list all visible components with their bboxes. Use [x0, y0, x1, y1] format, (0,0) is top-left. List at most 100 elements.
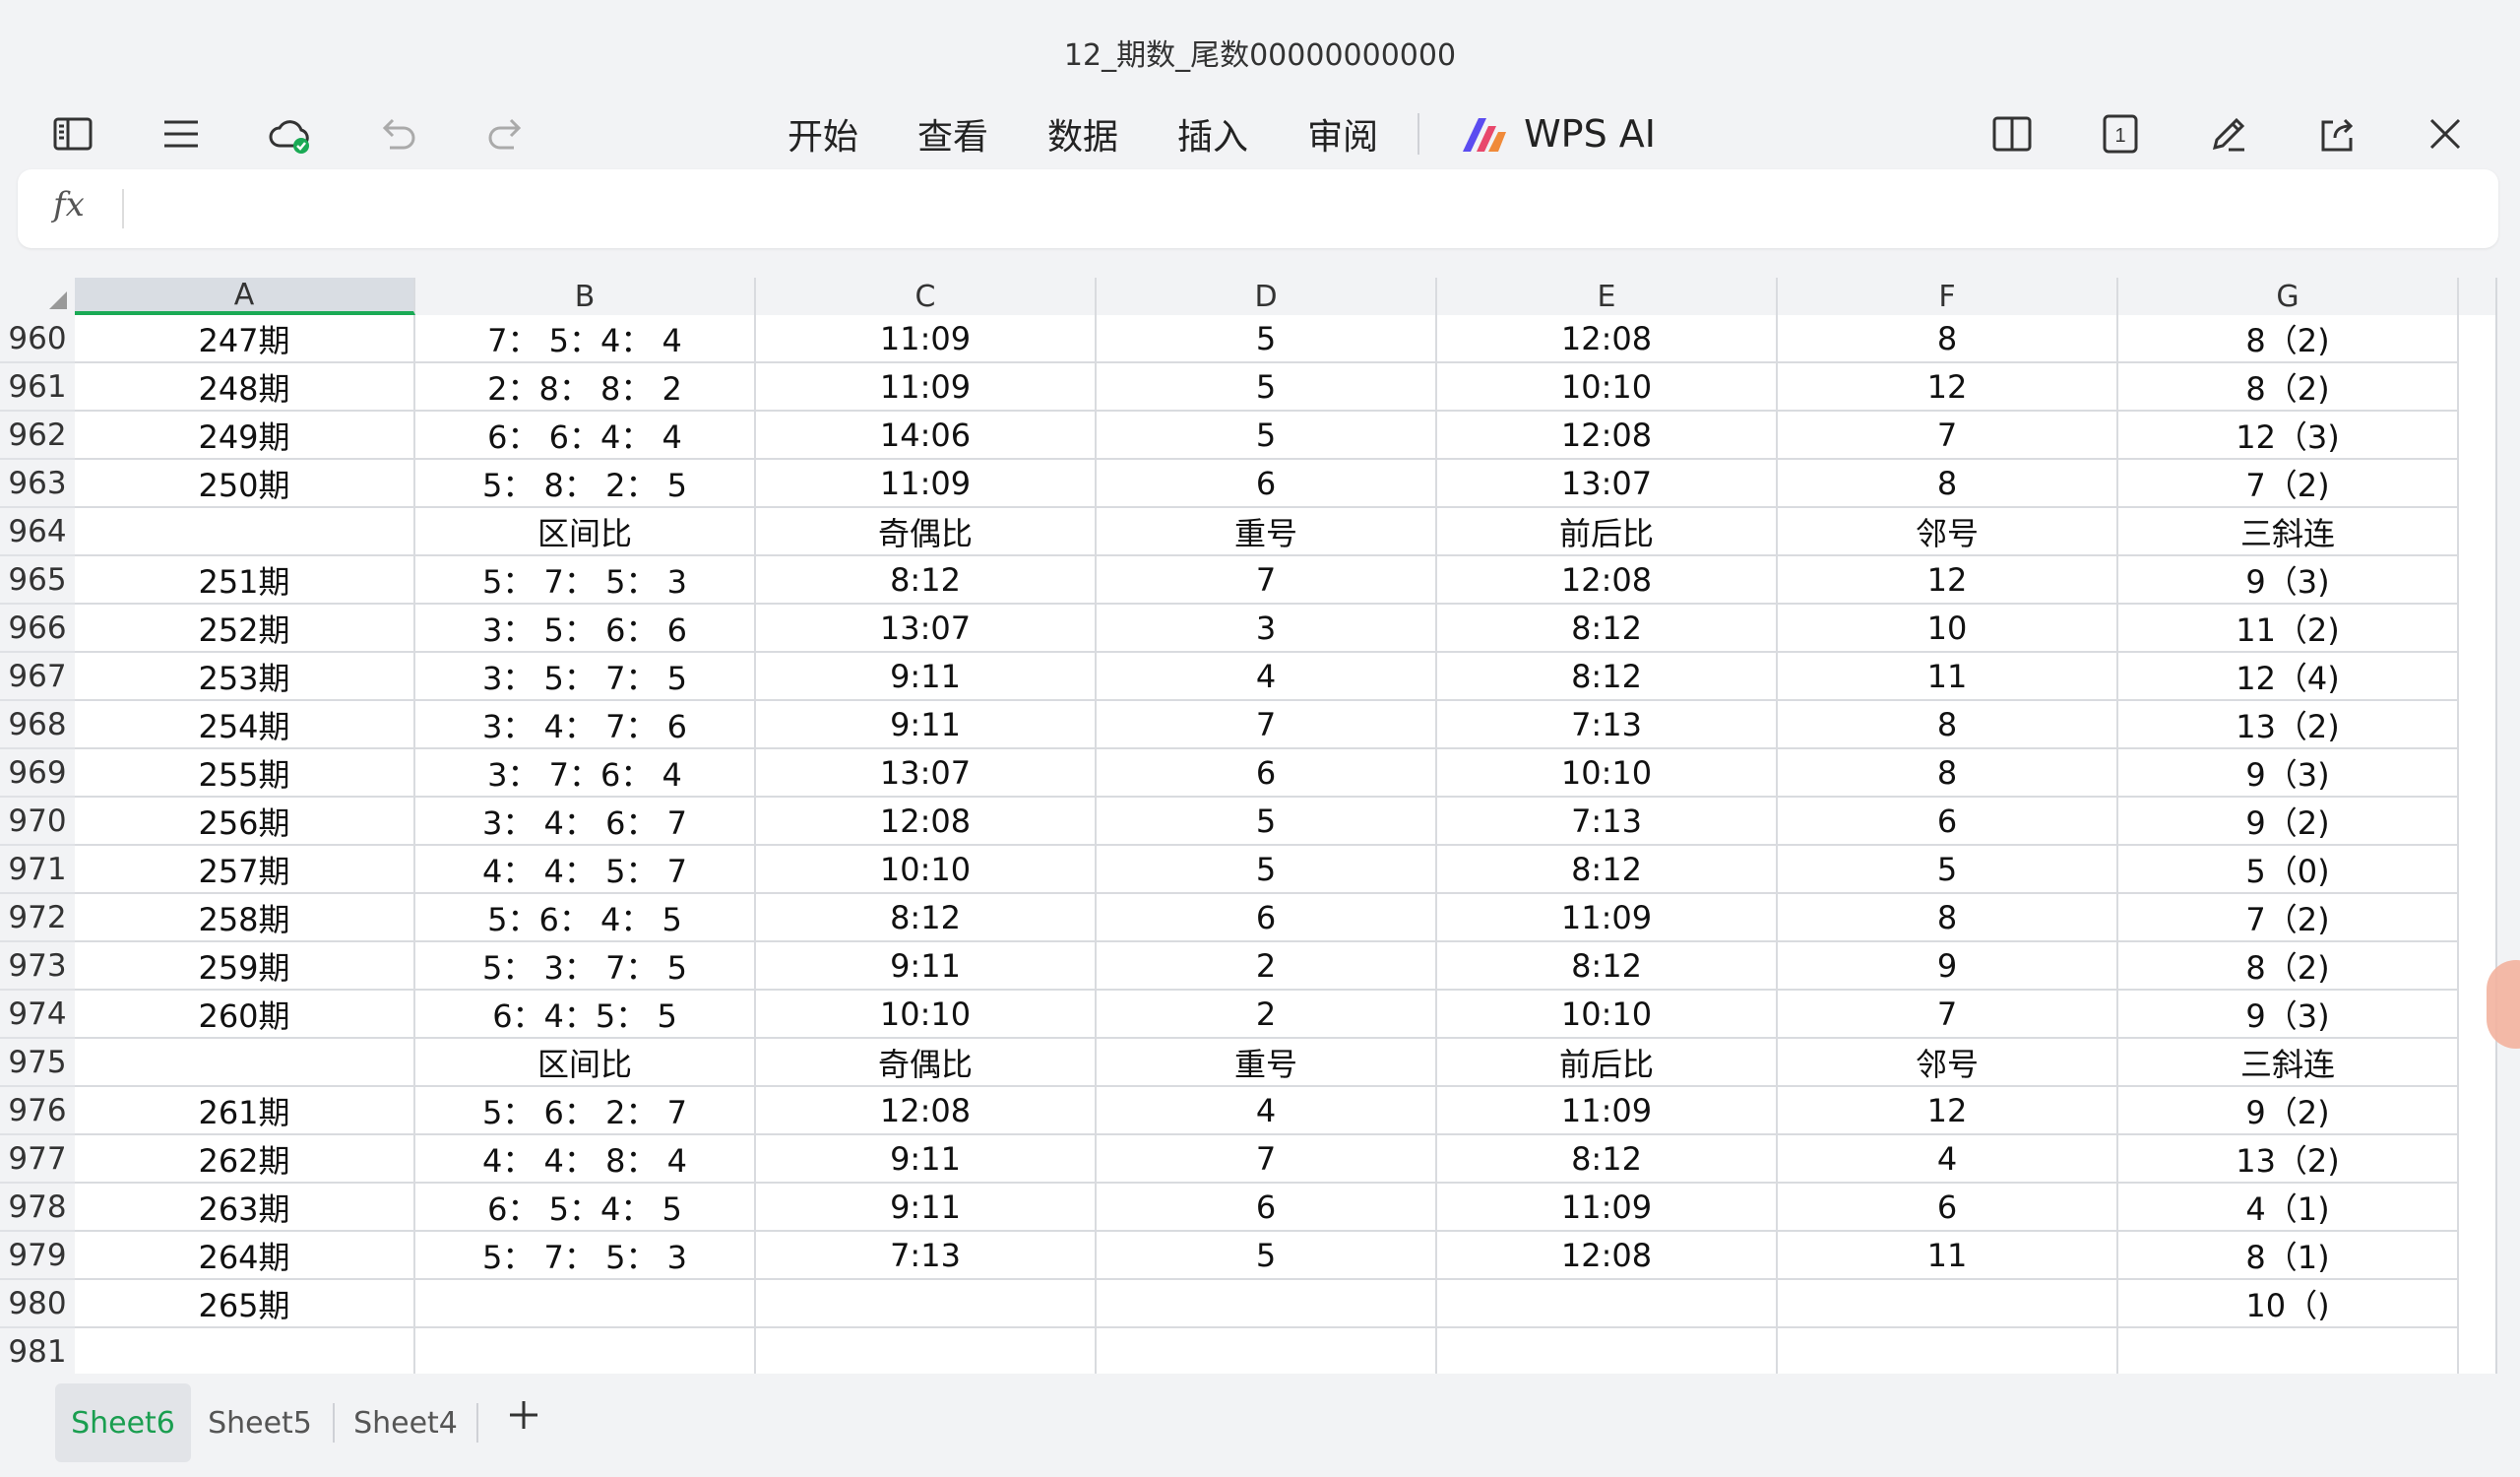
cell-d[interactable]: 5 [1097, 798, 1437, 846]
column-header-b[interactable]: B [415, 278, 756, 315]
cell-e[interactable] [1437, 1280, 1778, 1328]
cell-f[interactable]: 8 [1778, 701, 2118, 749]
cell-d[interactable]: 2 [1097, 942, 1437, 991]
cell-g[interactable]: 7（2) [2118, 460, 2459, 508]
cell-g[interactable]: 13（2) [2118, 1135, 2459, 1184]
cell-e[interactable]: 8:12 [1437, 605, 1778, 653]
cell-g[interactable] [2118, 1328, 2459, 1374]
split-view-icon[interactable] [1988, 112, 2036, 156]
row-number[interactable]: 970 [0, 798, 75, 846]
cell-d[interactable]: 5 [1097, 1232, 1437, 1280]
cell-f[interactable]: 6 [1778, 1184, 2118, 1232]
cell-a[interactable]: 259期 [75, 942, 415, 991]
cell-e[interactable]: 12:08 [1437, 556, 1778, 605]
cell-f[interactable]: 6 [1778, 798, 2118, 846]
cell-a[interactable]: 248期 [75, 363, 415, 412]
cell-f[interactable]: 8 [1778, 749, 2118, 798]
cell-d[interactable]: 6 [1097, 460, 1437, 508]
cell-c[interactable]: 8:12 [756, 556, 1097, 605]
row-number[interactable]: 979 [0, 1232, 75, 1280]
cell-f[interactable]: 邻号 [1778, 508, 2118, 556]
cell-a[interactable]: 263期 [75, 1184, 415, 1232]
cell-c[interactable]: 奇偶比 [756, 508, 1097, 556]
cell-a[interactable]: 261期 [75, 1087, 415, 1135]
formula-input[interactable] [140, 179, 2487, 240]
cell-e[interactable]: 7:13 [1437, 701, 1778, 749]
cell-g[interactable]: 9（3) [2118, 991, 2459, 1039]
cell-d[interactable]: 7 [1097, 556, 1437, 605]
column-header-d[interactable]: D [1097, 278, 1437, 315]
cell-d[interactable] [1097, 1280, 1437, 1328]
cell-d[interactable]: 4 [1097, 653, 1437, 701]
cell-b[interactable]: 2：8： 8： 2 [415, 363, 756, 412]
cell-c[interactable] [756, 1280, 1097, 1328]
cell-b[interactable]: 5： 7： 5： 3 [415, 1232, 756, 1280]
cell-b[interactable]: 5：6： 4： 5 [415, 894, 756, 942]
cell-a[interactable]: 252期 [75, 605, 415, 653]
cell-b[interactable]: 4： 4： 8： 4 [415, 1135, 756, 1184]
cell-b[interactable]: 3： 5： 6： 6 [415, 605, 756, 653]
cell-c[interactable]: 12:08 [756, 1087, 1097, 1135]
menu-start[interactable]: 开始 [788, 108, 858, 160]
cell-b[interactable]: 5： 3： 7： 5 [415, 942, 756, 991]
row-number[interactable]: 962 [0, 412, 75, 460]
row-number[interactable]: 963 [0, 460, 75, 508]
row-number[interactable]: 980 [0, 1280, 75, 1328]
row-number[interactable]: 975 [0, 1039, 75, 1087]
cloud-sync-icon[interactable] [266, 112, 313, 156]
cell-c[interactable]: 9:11 [756, 1135, 1097, 1184]
cell-e[interactable]: 10:10 [1437, 749, 1778, 798]
cell-a[interactable]: 255期 [75, 749, 415, 798]
menu-data[interactable]: 数据 [1047, 108, 1118, 160]
cell-g[interactable]: 12（4) [2118, 653, 2459, 701]
cell-a[interactable]: 254期 [75, 701, 415, 749]
row-number[interactable]: 964 [0, 508, 75, 556]
row-number[interactable]: 974 [0, 991, 75, 1039]
cell-b[interactable] [415, 1328, 756, 1374]
cell-a[interactable]: 253期 [75, 653, 415, 701]
cell-e[interactable]: 11:09 [1437, 1087, 1778, 1135]
sheet-tab-sheet5[interactable]: Sheet5 [201, 1383, 319, 1462]
row-number[interactable]: 977 [0, 1135, 75, 1184]
cell-c[interactable]: 8:12 [756, 894, 1097, 942]
add-sheet-icon[interactable] [504, 1395, 543, 1435]
cell-f[interactable]: 7 [1778, 412, 2118, 460]
sheet-tab-sheet6[interactable]: Sheet6 [55, 1383, 191, 1462]
redo-icon[interactable] [482, 112, 530, 156]
cell-b[interactable]: 5： 7： 5： 3 [415, 556, 756, 605]
cell-f[interactable]: 12 [1778, 363, 2118, 412]
cell-e[interactable]: 8:12 [1437, 1135, 1778, 1184]
menu-icon[interactable] [158, 112, 205, 156]
row-number[interactable]: 981 [0, 1328, 75, 1374]
cell-a[interactable]: 258期 [75, 894, 415, 942]
cell-g[interactable]: 5（0) [2118, 846, 2459, 894]
cell-f[interactable]: 10 [1778, 605, 2118, 653]
cell-c[interactable]: 12:08 [756, 798, 1097, 846]
cell-a[interactable] [75, 1039, 415, 1087]
cell-f[interactable]: 4 [1778, 1135, 2118, 1184]
cell-e[interactable]: 7:13 [1437, 798, 1778, 846]
cell-f[interactable]: 8 [1778, 460, 2118, 508]
cell-d[interactable]: 重号 [1097, 1039, 1437, 1087]
cell-e[interactable]: 8:12 [1437, 653, 1778, 701]
cell-a[interactable]: 251期 [75, 556, 415, 605]
cell-g[interactable]: 9（2) [2118, 798, 2459, 846]
column-header-f[interactable]: F [1778, 278, 2118, 315]
select-all-corner[interactable] [0, 278, 75, 315]
cell-b[interactable]: 6： 5：4： 5 [415, 1184, 756, 1232]
cell-f[interactable]: 9 [1778, 942, 2118, 991]
fx-icon[interactable]: fx [53, 185, 85, 225]
cell-f[interactable] [1778, 1328, 2118, 1374]
cell-a[interactable]: 247期 [75, 315, 415, 363]
cell-e[interactable]: 8:12 [1437, 846, 1778, 894]
cell-d[interactable]: 5 [1097, 363, 1437, 412]
cell-e[interactable]: 11:09 [1437, 1184, 1778, 1232]
close-icon[interactable] [2422, 112, 2469, 156]
cell-f[interactable]: 7 [1778, 991, 2118, 1039]
sheet-tab-sheet4[interactable]: Sheet4 [346, 1383, 465, 1462]
row-number[interactable]: 967 [0, 653, 75, 701]
row-number[interactable]: 971 [0, 846, 75, 894]
share-icon[interactable] [2313, 112, 2361, 156]
cell-c[interactable]: 10:10 [756, 991, 1097, 1039]
cell-c[interactable]: 7:13 [756, 1232, 1097, 1280]
